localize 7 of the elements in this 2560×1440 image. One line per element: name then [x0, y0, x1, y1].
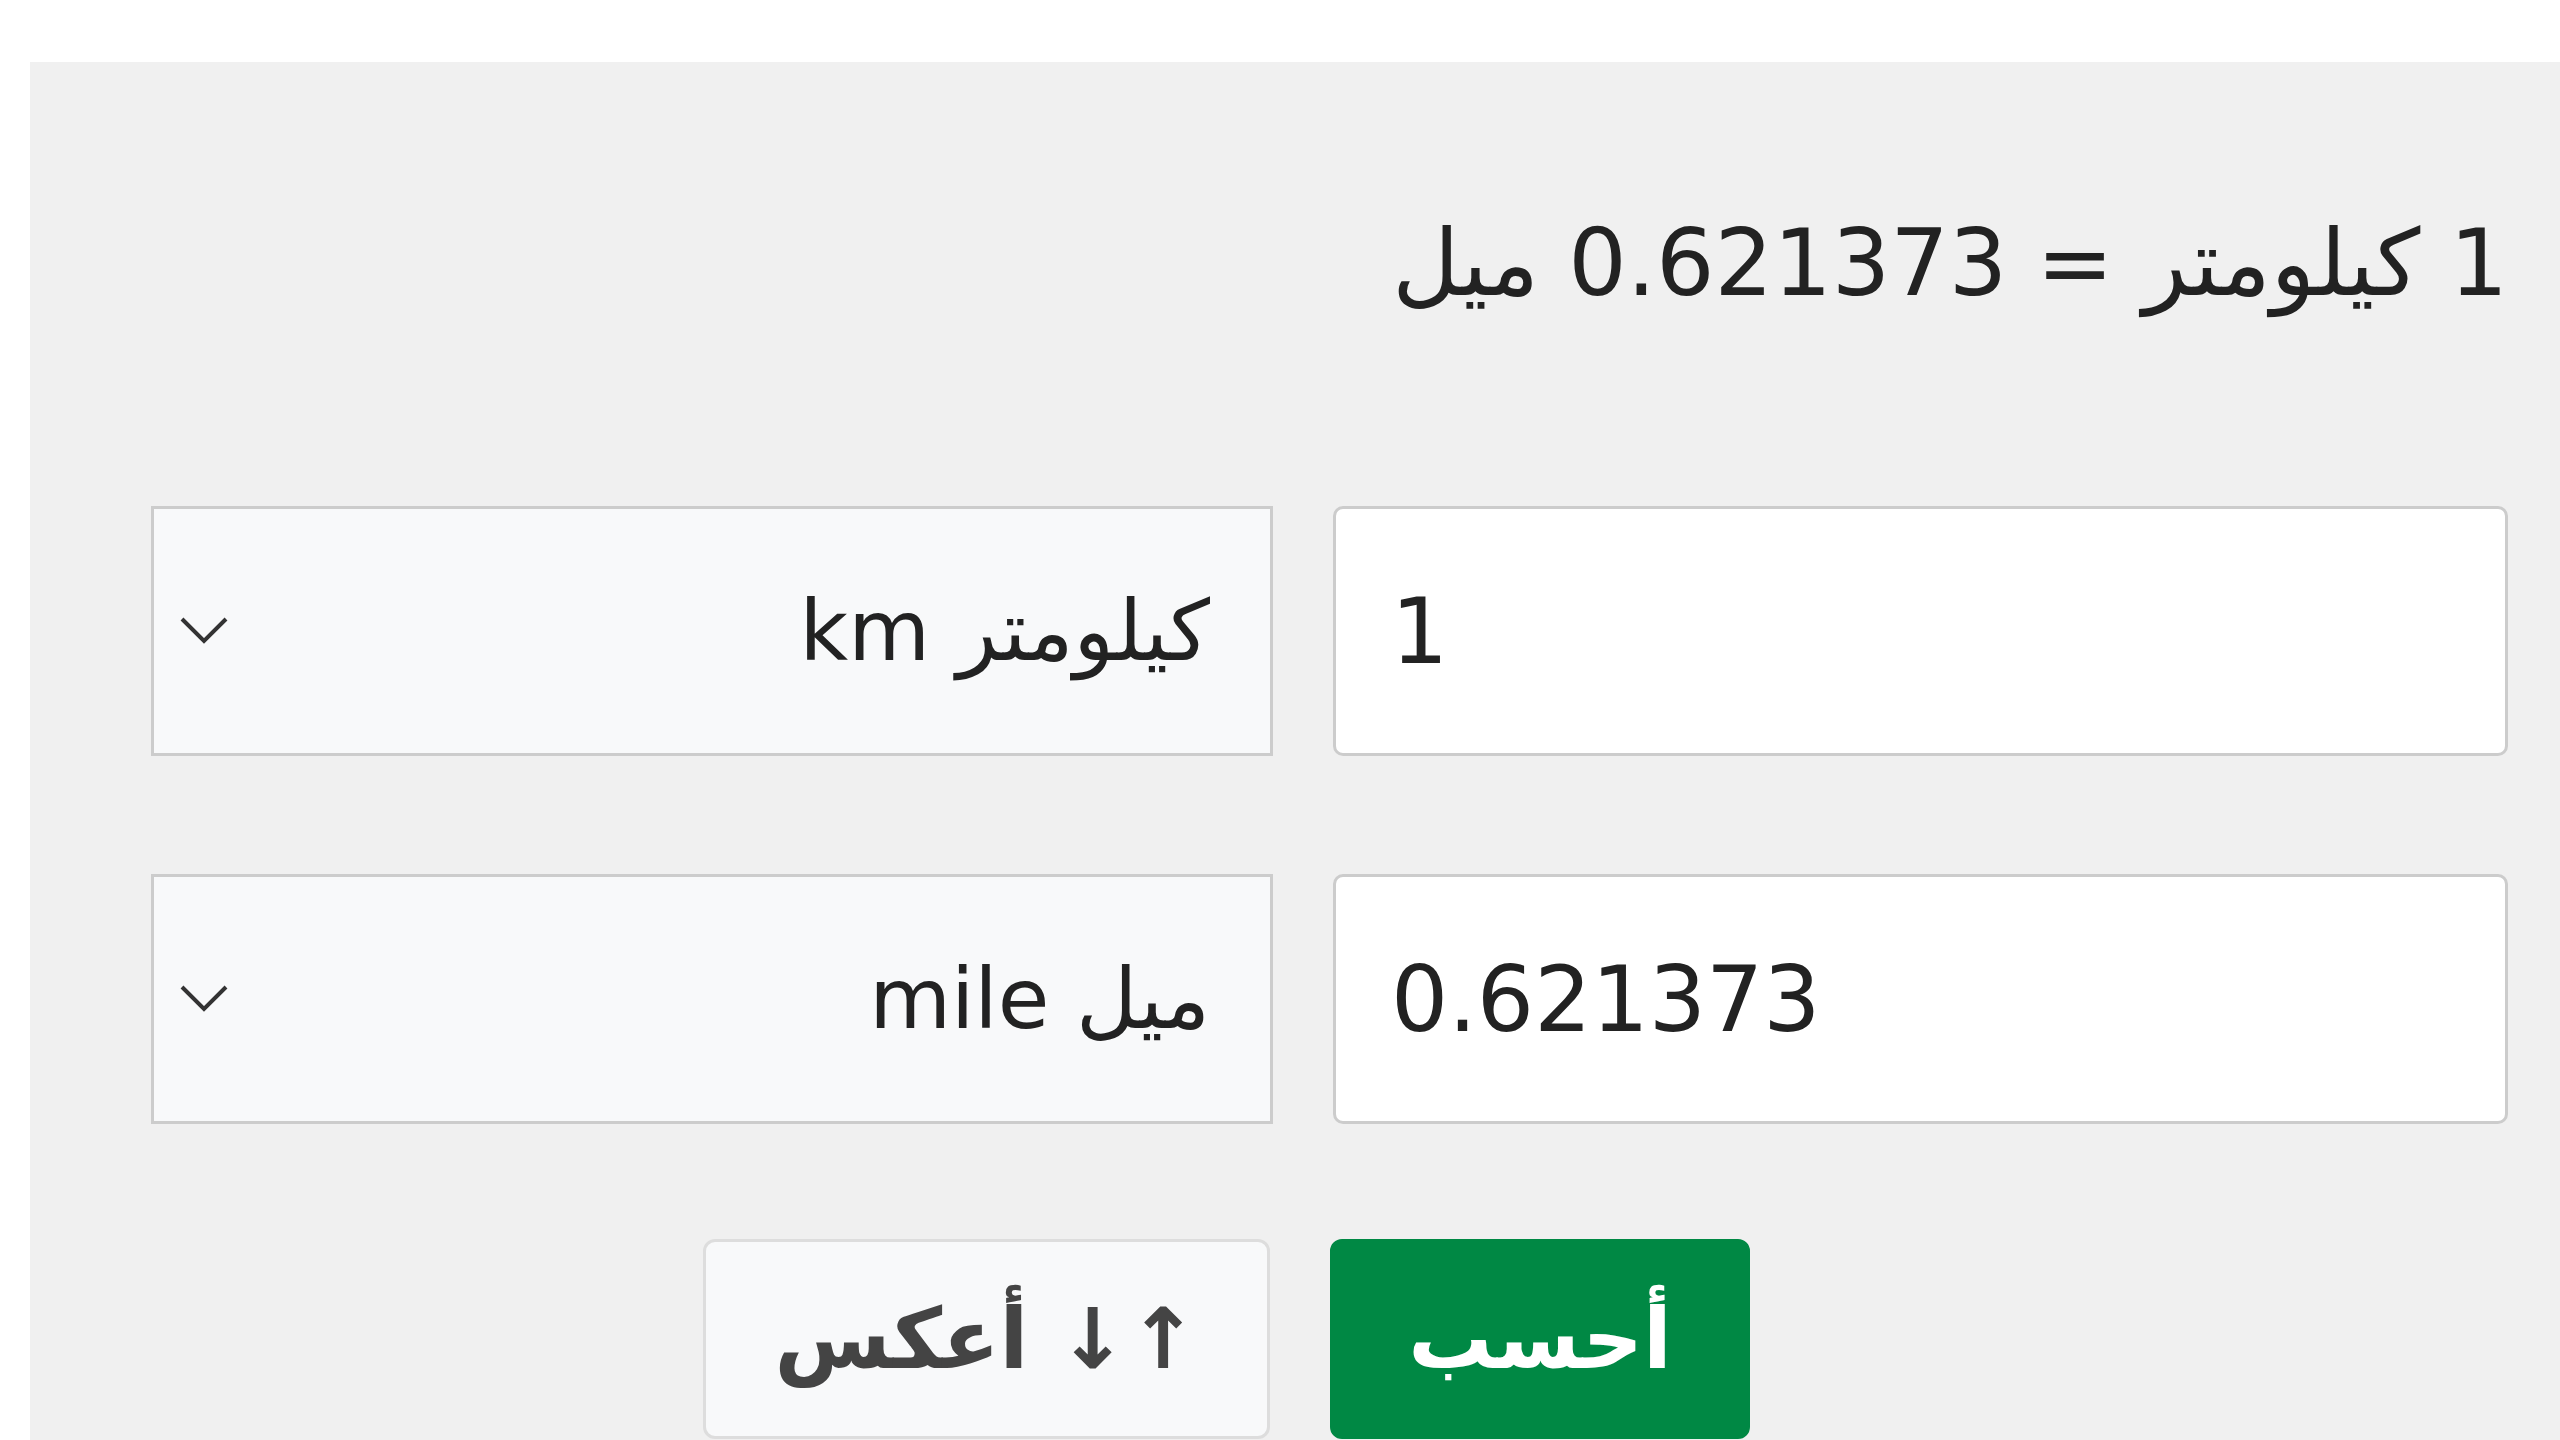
result-text: 1 كيلومتر = 0.621373 ميل — [1392, 209, 2508, 320]
number-field[interactable]: 0.621373 — [1333, 874, 2508, 1125]
swap-button[interactable]: ↑↓ أعكس — [703, 1239, 1270, 1440]
calculate-button[interactable]: أحسب — [1330, 1239, 1750, 1440]
number-field[interactable]: 1 — [1333, 506, 2508, 757]
unit-dropdown[interactable]: كيلومتر km — [151, 506, 1273, 757]
unit-dropdown[interactable]: ميل mile — [151, 874, 1273, 1125]
